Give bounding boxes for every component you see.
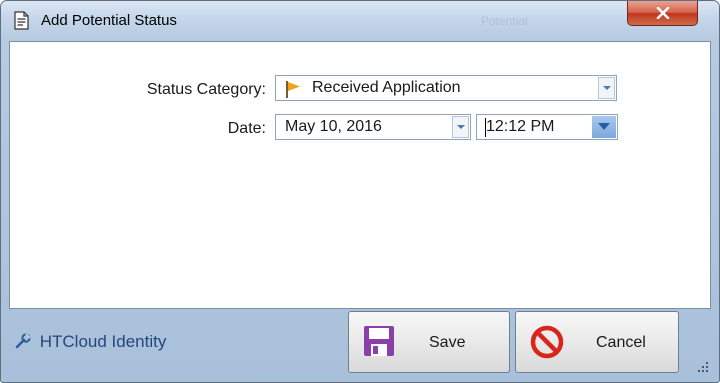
document-icon xyxy=(14,11,29,30)
chevron-down-icon xyxy=(598,123,610,130)
date-dropdown-button[interactable] xyxy=(452,116,469,138)
identity-label: HTCloud Identity xyxy=(39,332,167,351)
time-value: 12:12 PM xyxy=(486,118,555,135)
save-button[interactable]: Save xyxy=(348,311,510,373)
time-dropdown-button[interactable] xyxy=(592,116,616,138)
dialog-window: Add Potential Status Potential Status Ca… xyxy=(0,0,720,383)
flag-icon xyxy=(284,80,302,103)
cancel-label: Cancel xyxy=(596,334,646,351)
status-category-label: Status Category: xyxy=(146,81,266,98)
text-caret xyxy=(485,118,486,137)
date-label: Date: xyxy=(227,120,266,137)
form-panel: Status Category: Received Application Da… xyxy=(9,41,711,309)
status-category-select[interactable]: Received Application xyxy=(275,75,617,101)
date-picker[interactable]: May 10, 2016 xyxy=(275,114,471,140)
title-bar[interactable]: Add Potential Status Potential xyxy=(1,1,719,41)
wrench-icon xyxy=(15,333,31,354)
chevron-down-icon xyxy=(457,125,465,129)
status-category-dropdown-button[interactable] xyxy=(598,77,615,99)
save-label: Save xyxy=(429,334,466,351)
date-value: May 10, 2016 xyxy=(285,118,382,135)
resize-grip-icon[interactable] xyxy=(697,360,709,378)
close-icon xyxy=(656,7,670,19)
close-button[interactable] xyxy=(627,1,698,26)
footer-bar: HTCloud Identity Save Cancel xyxy=(9,308,709,374)
cancel-icon xyxy=(530,325,564,364)
floppy-disk-icon xyxy=(363,325,395,362)
window-title: Add Potential Status xyxy=(41,12,177,29)
identity-link[interactable]: HTCloud Identity xyxy=(15,332,166,354)
cancel-button[interactable]: Cancel xyxy=(515,311,679,373)
window-title-ghost: Potential xyxy=(481,14,528,28)
status-category-value: Received Application xyxy=(312,79,461,96)
time-picker[interactable]: 12:12 PM xyxy=(476,114,618,140)
chevron-down-icon xyxy=(603,86,611,90)
